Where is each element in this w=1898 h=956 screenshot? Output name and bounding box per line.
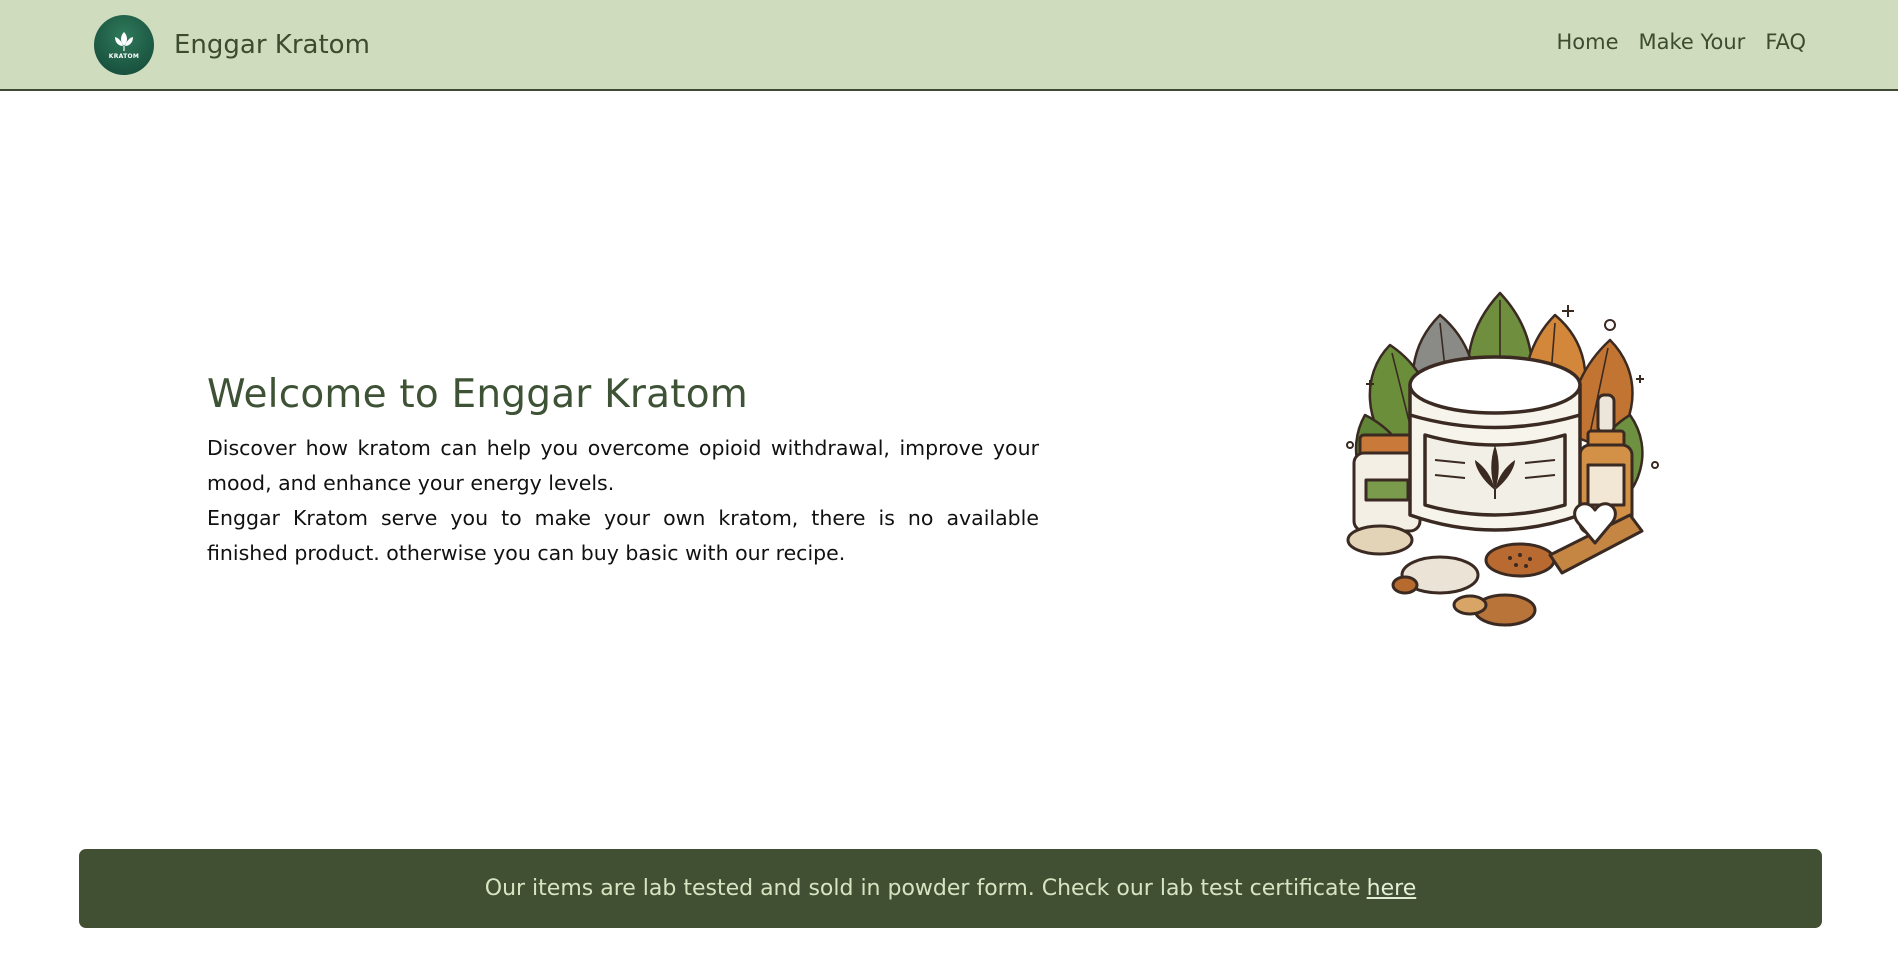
brand-name: Enggar Kratom [174, 30, 370, 60]
logo-text: KRATOM [108, 53, 140, 60]
hero-section: Welcome to Enggar Kratom Discover how kr… [207, 372, 1039, 571]
hero-paragraph-1: Discover how kratom can help you overcom… [207, 436, 1039, 495]
hero-title: Welcome to Enggar Kratom [207, 372, 748, 417]
brand-link[interactable]: KRATOM Enggar Kratom [94, 15, 370, 75]
nav-link-make-your[interactable]: Make Your [1638, 30, 1745, 54]
hero-paragraph-2: Enggar Kratom serve you to make your own… [207, 506, 1039, 565]
lab-test-banner: Our items are lab tested and sold in pow… [79, 849, 1822, 928]
nav-link-home[interactable]: Home [1556, 30, 1618, 54]
nav-link-faq[interactable]: FAQ [1765, 30, 1806, 54]
main-nav: Home Make Your FAQ [1556, 30, 1806, 54]
certificate-link[interactable]: here [1367, 876, 1417, 901]
navbar: KRATOM Enggar Kratom Home Make Your FAQ [0, 0, 1898, 91]
kratom-logo-icon: KRATOM [94, 15, 154, 75]
kratom-products-illustration [1310, 285, 1680, 655]
banner-text: Our items are lab tested and sold in pow… [484, 876, 1361, 901]
